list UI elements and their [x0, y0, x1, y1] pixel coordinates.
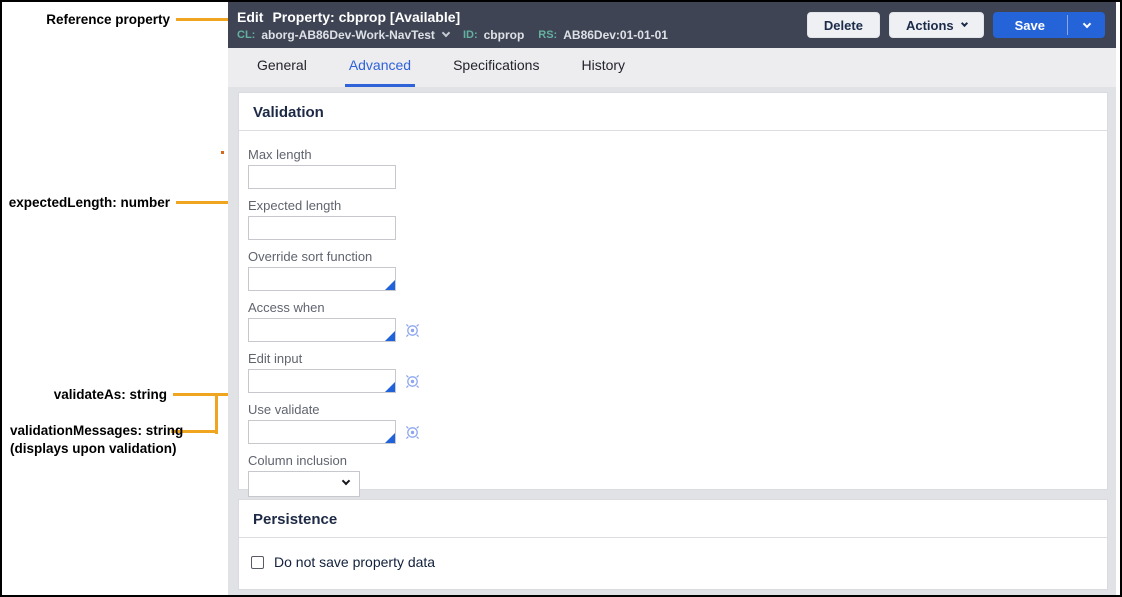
actions-button-label: Actions — [905, 17, 954, 33]
record-title: Edit Property: cbprop [Available] — [237, 9, 668, 25]
meta-class-value: aborg-AB86Dev-Work-NavTest — [261, 27, 435, 42]
right-gutter — [1116, 2, 1120, 595]
override-sort-function-input-wrap — [248, 267, 396, 291]
delete-button[interactable]: Delete — [806, 12, 880, 38]
field-use-validate: Use validate — [248, 402, 1107, 444]
meta-class-label: CL: — [237, 28, 256, 41]
edit-input-input-wrap — [248, 369, 396, 393]
do-not-save-checkbox[interactable] — [251, 555, 264, 569]
edit-input-input[interactable] — [249, 370, 395, 392]
persistence-section: Persistence Do not save property data — [238, 499, 1108, 590]
annotation-bracket-line — [215, 393, 218, 434]
do-not-save-row[interactable]: Do not save property data — [239, 538, 1107, 570]
save-dropdown-button[interactable] — [1068, 12, 1105, 38]
chevron-down-icon — [960, 19, 968, 28]
meta-class[interactable]: CL: aborg-AB86Dev-Work-NavTest — [237, 27, 451, 42]
expected-length-label: Expected length — [248, 198, 342, 213]
open-target-icon[interactable] — [404, 373, 421, 390]
field-edit-input: Edit input — [248, 351, 1107, 393]
field-access-when: Access when — [248, 300, 1107, 342]
validation-fields: Max length Expected length Override sort… — [239, 131, 1107, 497]
override-sort-function-label: Override sort function — [248, 249, 373, 264]
open-target-icon[interactable] — [404, 424, 421, 441]
meta-ruleset: RS: AB86Dev:01-01-01 — [538, 28, 668, 42]
use-validate-input-wrap — [248, 420, 396, 444]
save-button[interactable]: Save — [993, 12, 1067, 38]
field-max-length: Max length — [248, 147, 1107, 189]
app-region: Edit Property: cbprop [Available] CL: ab… — [228, 2, 1120, 595]
override-sort-function-input[interactable] — [249, 268, 395, 290]
access-when-label: Access when — [248, 300, 325, 315]
validation-section-title: Validation — [253, 104, 324, 121]
record-header-info: Edit Property: cbprop [Available] CL: ab… — [237, 9, 668, 42]
tab-general[interactable]: General — [253, 57, 311, 87]
annotation-line-expected-length — [176, 201, 230, 204]
annotation-reference-property: Reference property — [46, 12, 170, 27]
annotation-line-reference — [176, 18, 230, 21]
annotation-validation-messages-note: (displays upon validation) — [10, 441, 177, 456]
field-expected-length: Expected length — [248, 198, 1107, 240]
expected-length-input-wrap — [248, 216, 396, 240]
meta-id: ID: cbprop — [463, 28, 524, 42]
delete-button-label: Delete — [823, 17, 863, 33]
column-inclusion-select[interactable] — [248, 471, 360, 497]
autocomplete-corner-icon — [385, 382, 395, 392]
meta-ruleset-label: RS: — [538, 28, 558, 41]
use-validate-input[interactable] — [249, 421, 395, 443]
record-header: Edit Property: cbprop [Available] CL: ab… — [228, 2, 1116, 48]
access-when-input[interactable] — [249, 319, 395, 341]
annotation-validate-as: validateAs: string — [53, 387, 167, 402]
autocomplete-corner-icon — [385, 433, 395, 443]
do-not-save-label: Do not save property data — [274, 554, 436, 570]
actions-button[interactable]: Actions — [888, 12, 984, 38]
open-target-icon[interactable] — [404, 322, 421, 339]
annotation-validation-messages: validationMessages: string — [10, 423, 184, 438]
chevron-down-icon — [1082, 19, 1091, 28]
save-button-label: Save — [1014, 17, 1045, 33]
edit-input-label: Edit input — [248, 351, 303, 366]
screenshot-frame: Reference property expectedLength: numbe… — [0, 0, 1122, 597]
max-length-input-wrap — [248, 165, 396, 189]
field-column-inclusion: Column inclusion — [248, 453, 1107, 497]
record-mode-label: Edit — [237, 8, 264, 25]
record-title-text: Property: cbprop [Available] — [272, 8, 461, 25]
header-actions: Delete Actions Save — [806, 12, 1105, 38]
record-meta: CL: aborg-AB86Dev-Work-NavTest ID: cbpro… — [237, 28, 668, 42]
tab-specifications[interactable]: Specifications — [449, 57, 543, 87]
stray-orange-mark — [221, 151, 224, 154]
column-inclusion-label: Column inclusion — [248, 453, 347, 468]
tab-bar: General Advanced Specifications History — [228, 48, 1116, 87]
max-length-input[interactable] — [249, 166, 395, 188]
access-when-input-wrap — [248, 318, 396, 342]
tab-advanced[interactable]: Advanced — [344, 57, 416, 87]
meta-id-label: ID: — [462, 28, 478, 41]
autocomplete-corner-icon — [385, 280, 395, 290]
tab-history[interactable]: History — [577, 57, 629, 87]
use-validate-label: Use validate — [248, 402, 320, 417]
chevron-down-icon — [341, 476, 351, 486]
autocomplete-corner-icon — [385, 331, 395, 341]
field-override-sort-function: Override sort function — [248, 249, 1107, 291]
meta-id-value: cbprop — [483, 27, 525, 42]
persistence-section-title: Persistence — [253, 511, 338, 528]
expected-length-input[interactable] — [249, 217, 395, 239]
save-split-button: Save — [992, 12, 1105, 38]
validation-section: Validation Max length Expected length Ov… — [238, 92, 1108, 497]
max-length-label: Max length — [248, 147, 312, 162]
annotation-expected-length: expectedLength: number — [8, 195, 170, 210]
meta-ruleset-value: AB86Dev:01-01-01 — [563, 27, 668, 42]
chevron-down-icon[interactable] — [441, 28, 451, 38]
